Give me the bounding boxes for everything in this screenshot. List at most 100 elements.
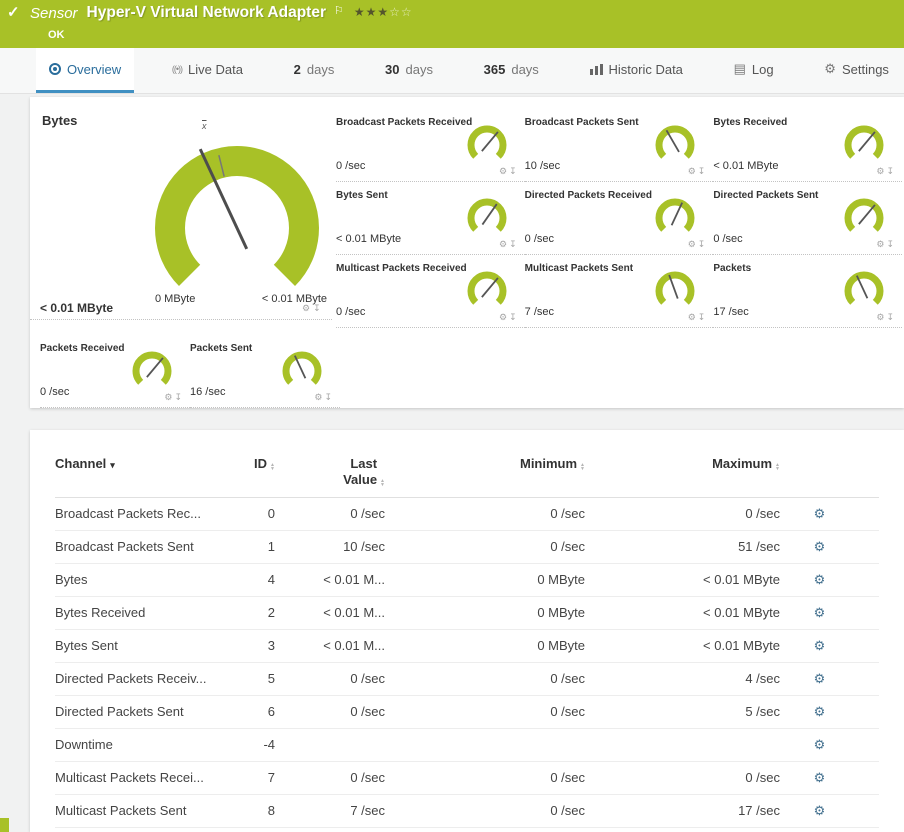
channel-settings-icon[interactable]: ⚙ (814, 770, 826, 785)
gauge-tile-value: 0 /sec (713, 233, 743, 245)
tab-settings[interactable]: ⚙ Settings (811, 48, 902, 93)
tab-live-data[interactable]: ((•)) Live Data (159, 48, 256, 93)
gauge-tile-directed-packets-received[interactable]: Directed Packets Received 0 /sec ⚙↧ (524, 182, 714, 255)
channel-name[interactable]: Bytes Received (55, 605, 225, 620)
channel-id: 8 (267, 803, 275, 818)
column-header-last-value[interactable]: Last Value ▲ ▼ (275, 456, 385, 489)
channel-minimum: 0 /sec (550, 539, 585, 554)
channel-settings-icon[interactable]: ⚙ (814, 506, 826, 521)
channel-name[interactable]: Multicast Packets Recei... (55, 770, 225, 785)
gear-icon[interactable]: ⚙ (499, 166, 509, 176)
tab-historic-data[interactable]: Historic Data (577, 48, 696, 93)
pin-icon[interactable]: ↧ (313, 303, 324, 313)
tab-overview[interactable]: Overview (36, 48, 135, 93)
main-gauge-dial (155, 146, 319, 286)
gauge-tile-multicast-packets-sent[interactable]: Multicast Packets Sent 7 /sec ⚙↧ (524, 255, 714, 328)
table-row: Directed Packets Sent 6 0 /sec 0 /sec 5 … (55, 696, 879, 729)
tab-label: Log (751, 61, 774, 77)
pin-icon[interactable]: ↧ (698, 312, 708, 322)
table-row: Multicast Packets Sent 8 7 /sec 0 /sec 1… (55, 795, 879, 828)
column-header-id[interactable]: ID ▲ ▼ (225, 456, 275, 472)
channel-settings-icon[interactable]: ⚙ (814, 671, 826, 686)
column-header-channel[interactable]: Channel ▾ (55, 456, 225, 471)
pin-icon[interactable]: ↧ (174, 392, 184, 402)
gear-icon[interactable]: ⚙ (688, 312, 698, 322)
pin-icon[interactable]: ↧ (509, 312, 519, 322)
channel-id: 3 (267, 638, 275, 653)
priority-stars[interactable]: ★★★☆☆ (354, 5, 413, 19)
channel-name[interactable]: Directed Packets Sent (55, 704, 225, 719)
gear-icon[interactable]: ⚙ (499, 239, 509, 249)
gear-icon[interactable]: ⚙ (876, 166, 886, 176)
gauge-tile-bytes-sent[interactable]: Bytes Sent < 0.01 MByte ⚙↧ (336, 182, 525, 255)
channel-minimum: 0 /sec (550, 671, 585, 686)
channel-name[interactable]: Directed Packets Receiv... (55, 671, 225, 686)
channel-last-value: < 0.01 M... (323, 638, 385, 653)
channel-minimum: 0 MByte (537, 605, 585, 620)
gear-icon[interactable]: ⚙ (876, 239, 886, 249)
channel-settings-icon[interactable]: ⚙ (814, 605, 826, 620)
channel-name[interactable]: Multicast Packets Sent (55, 803, 225, 818)
main-gauge[interactable]: x 0 MByte < 0.01 MByte < 0.01 MByte ⚙↧ (30, 97, 332, 320)
gear-icon[interactable]: ⚙ (164, 392, 174, 402)
gauge-tile-bytes-received[interactable]: Bytes Received < 0.01 MByte ⚙↧ (713, 109, 902, 182)
channel-settings-icon[interactable]: ⚙ (814, 572, 826, 587)
channel-name[interactable]: Broadcast Packets Sent (55, 539, 225, 554)
tab-bar: Overview ((•)) Live Data 2 days 30 days … (0, 48, 904, 94)
channel-name[interactable]: Bytes Sent (55, 638, 225, 653)
overview-icon (49, 63, 61, 75)
gear-icon[interactable]: ⚙ (314, 392, 324, 402)
gauge-scale-min: 0 MByte (155, 293, 196, 305)
gear-icon[interactable]: ⚙ (302, 303, 313, 313)
gauge-dial (282, 351, 322, 385)
gauge-tile-directed-packets-sent[interactable]: Directed Packets Sent 0 /sec ⚙↧ (713, 182, 902, 255)
gear-icon[interactable]: ⚙ (876, 312, 886, 322)
channel-settings-icon[interactable]: ⚙ (814, 704, 826, 719)
pin-icon[interactable]: ↧ (324, 392, 334, 402)
main-gauge-value: < 0.01 MByte (40, 301, 114, 315)
gauge-tile-value: 0 /sec (524, 233, 555, 245)
pin-icon[interactable]: ↧ (698, 166, 708, 176)
tab-label: Overview (67, 61, 122, 77)
pin-icon[interactable]: ↧ (886, 312, 896, 322)
column-header-maximum[interactable]: Maximum ▲ ▼ (585, 456, 780, 472)
historic-data-icon (589, 63, 603, 75)
channel-name[interactable]: Downtime (55, 737, 225, 752)
star-filled[interactable]: ★★★ (354, 5, 389, 19)
priority-flag-icon: ⚐ (333, 4, 344, 17)
pin-icon[interactable]: ↧ (509, 166, 519, 176)
pin-icon[interactable]: ↧ (509, 239, 519, 249)
gauge-tile-value: 17 /sec (713, 306, 749, 318)
channel-settings-icon[interactable]: ⚙ (814, 737, 826, 752)
table-row: Bytes 4 < 0.01 M... 0 MByte < 0.01 MByte… (55, 564, 879, 597)
channel-settings-icon[interactable]: ⚙ (814, 638, 826, 653)
tab-log[interactable]: ▤ Log (721, 48, 787, 93)
gauge-dial (844, 198, 884, 232)
tab-30-days[interactable]: 30 days (372, 48, 446, 93)
channel-id: 5 (267, 671, 275, 686)
tab-365-days[interactable]: 365 days (471, 48, 552, 93)
tab-number: 2 (293, 61, 301, 77)
gauge-tile-multicast-packets-received[interactable]: Multicast Packets Received 0 /sec ⚙↧ (336, 255, 525, 328)
gear-icon[interactable]: ⚙ (688, 239, 698, 249)
channel-name[interactable]: Broadcast Packets Rec... (55, 506, 225, 521)
channel-minimum: 0 /sec (550, 803, 585, 818)
sort-icon: ▲ ▼ (775, 462, 780, 472)
pin-icon[interactable]: ↧ (698, 239, 708, 249)
channel-settings-icon[interactable]: ⚙ (814, 539, 826, 554)
column-header-minimum[interactable]: Minimum ▲ ▼ (385, 456, 585, 472)
tab-2-days[interactable]: 2 days (281, 48, 348, 93)
table-header: Channel ▾ ID ▲ ▼ Last Value ▲ ▼ Minimum ▲ ▼ Max… (55, 446, 879, 498)
gear-icon[interactable]: ⚙ (688, 166, 698, 176)
channel-name[interactable]: Bytes (55, 572, 225, 587)
gauge-tile-packets-sent[interactable]: Packets Sent 16 /sec ⚙↧ (190, 335, 340, 408)
gauge-tile-packets-received[interactable]: Packets Received 0 /sec ⚙↧ (40, 335, 190, 408)
pin-icon[interactable]: ↧ (886, 166, 896, 176)
gauge-tile-packets[interactable]: Packets 17 /sec ⚙↧ (713, 255, 902, 328)
gauge-tile-broadcast-packets-sent[interactable]: Broadcast Packets Sent 10 /sec ⚙↧ (524, 109, 714, 182)
channel-settings-icon[interactable]: ⚙ (814, 803, 826, 818)
gear-icon[interactable]: ⚙ (499, 312, 509, 322)
gauge-tile-broadcast-packets-received[interactable]: Broadcast Packets Received 0 /sec ⚙↧ (336, 109, 525, 182)
pin-icon[interactable]: ↧ (886, 239, 896, 249)
star-empty[interactable]: ☆☆ (389, 5, 413, 19)
